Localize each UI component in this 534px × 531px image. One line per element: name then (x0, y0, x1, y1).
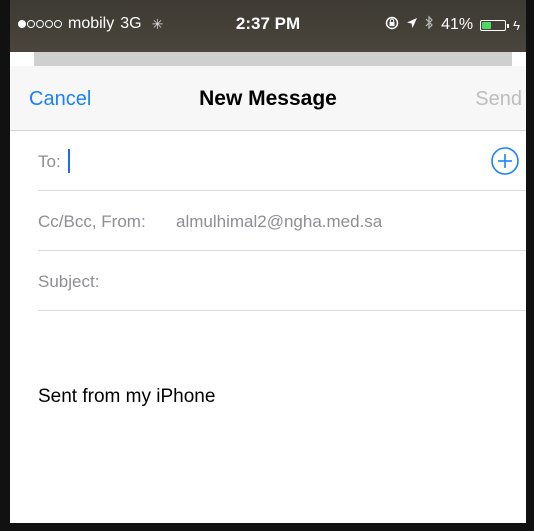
battery-level-fill (482, 21, 492, 29)
message-body[interactable]: Sent from my iPhone (38, 386, 215, 408)
subject-field[interactable]: Subject: (38, 251, 526, 311)
frame-border-bottom (0, 523, 534, 531)
to-field[interactable]: To: (38, 131, 526, 191)
bluetooth-icon (425, 15, 434, 35)
page-title: New Message (199, 87, 337, 110)
frame-border-right (526, 0, 534, 531)
screenshot-frame: mobily 3G ✳ 2:37 PM 41% ϟ Cancel New Mes… (0, 0, 534, 531)
location-arrow-icon (406, 16, 418, 34)
subject-label: Subject: (38, 272, 100, 291)
mail-compose-screen: mobily 3G ✳ 2:37 PM 41% ϟ Cancel New Mes… (10, 0, 526, 523)
charging-bolt-icon: ϟ (513, 17, 520, 33)
to-label: To: (38, 152, 61, 171)
text-cursor (68, 149, 70, 173)
from-address: almulhimal2@ngha.med.sa (176, 212, 383, 231)
cc-bcc-from-field[interactable]: Cc/Bcc, From: almulhimal2@ngha.med.sa (38, 191, 526, 251)
status-bar: mobily 3G ✳ 2:37 PM 41% ϟ (10, 0, 526, 52)
compose-nav-bar: Cancel New Message Send (10, 66, 526, 131)
cc-bcc-from-label: Cc/Bcc, From: (38, 212, 146, 231)
battery-icon (480, 19, 510, 31)
battery-tip (507, 23, 510, 28)
frame-border-left (0, 0, 10, 531)
rotation-lock-icon (385, 16, 399, 35)
battery-percent: 41% (441, 16, 474, 33)
plus-circle-icon (491, 147, 519, 175)
send-button[interactable]: Send (475, 88, 522, 111)
status-right: 41% ϟ (385, 15, 520, 35)
add-contact-button[interactable] (490, 146, 520, 176)
